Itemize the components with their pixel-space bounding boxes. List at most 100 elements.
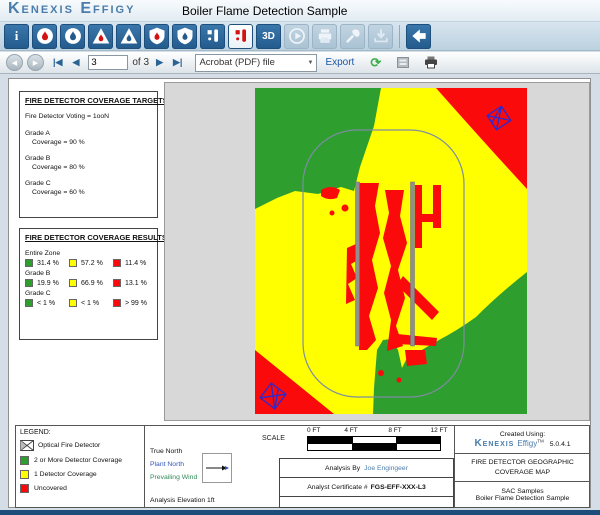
first-page-button[interactable]: |◀ bbox=[53, 57, 62, 68]
back-button[interactable] bbox=[406, 24, 431, 49]
previous-page-button[interactable]: ◀ bbox=[72, 57, 79, 68]
red-value: > 99 % bbox=[125, 300, 147, 307]
detector-panel-alarm-icon bbox=[231, 26, 251, 46]
fire-zone-shield-red-button[interactable] bbox=[144, 24, 169, 49]
project-group: SAC Samples bbox=[501, 488, 543, 495]
grade-a-coverage: Coverage = 90 % bbox=[32, 139, 152, 146]
download-button[interactable] bbox=[368, 24, 393, 49]
grade-c-label: Grade C bbox=[25, 180, 152, 187]
yellow-value: 57.2 % bbox=[81, 260, 103, 267]
green-value: < 1 % bbox=[37, 300, 55, 307]
3d-icon: 3D bbox=[262, 31, 275, 42]
last-page-button[interactable]: ▶| bbox=[173, 57, 182, 68]
true-north-label: True North bbox=[150, 448, 182, 455]
grade-b-label: Grade B bbox=[25, 155, 152, 162]
created-using-label: Created Using: bbox=[500, 431, 545, 438]
project-sample: Boiler Flame Detection Sample bbox=[476, 495, 570, 502]
green-value: 19.9 % bbox=[37, 280, 59, 287]
trademark-label: TM bbox=[537, 438, 544, 443]
fire-zone-shield-blue-button[interactable] bbox=[172, 24, 197, 49]
forward-circle-icon: ▶ bbox=[33, 59, 38, 67]
history-forward-button[interactable]: ▶ bbox=[27, 54, 44, 71]
kenexis-effigy-logo: Kenexis Effigy bbox=[8, 0, 135, 18]
title-block-right-column: Created Using: KenexisEffigyTM5.0.4.1 FI… bbox=[454, 426, 590, 507]
scale-tick: 8 FT bbox=[388, 427, 401, 434]
results-row: 31.4 % 57.2 % 11.4 % bbox=[25, 259, 152, 267]
scale-tick: 4 FT bbox=[344, 427, 357, 434]
yellow-chip bbox=[69, 279, 77, 287]
fire-zone-round-blue-button[interactable] bbox=[60, 24, 85, 49]
analysis-by-row: Analysis By Joe Engingeer bbox=[280, 459, 453, 478]
legend-label: 2 or More Detector Coverage bbox=[34, 457, 122, 464]
wrench-icon bbox=[343, 26, 363, 46]
refresh-icon[interactable]: ⟳ bbox=[370, 55, 381, 71]
fire-zone-round-red-button[interactable] bbox=[32, 24, 57, 49]
legend-item: Optical Fire Detector bbox=[20, 440, 140, 451]
print-icon[interactable] bbox=[424, 56, 438, 69]
north-arrow-icon bbox=[203, 454, 231, 482]
print-report-button[interactable] bbox=[312, 24, 337, 49]
created-using-row: Created Using: KenexisEffigyTM5.0.4.1 bbox=[455, 426, 590, 454]
yellow-chip bbox=[69, 299, 77, 307]
kenexis-mini-logo: Kenexis bbox=[474, 438, 514, 449]
grade-b-coverage: Coverage = 80 % bbox=[32, 164, 152, 171]
analysis-elevation-label: Analysis Elevation 1ft bbox=[150, 497, 215, 504]
run-button[interactable] bbox=[284, 24, 309, 49]
green-chip bbox=[25, 259, 33, 267]
fire-zone-triangle-red-button[interactable] bbox=[88, 24, 113, 49]
legend-label: Uncovered bbox=[34, 485, 67, 492]
scale-tick: 12 FT bbox=[431, 427, 448, 434]
red-value: 11.4 % bbox=[125, 260, 146, 267]
detector-panel-button[interactable] bbox=[200, 24, 225, 49]
scale-tick: 0 FT bbox=[307, 427, 320, 434]
next-page-button[interactable]: ▶ bbox=[156, 57, 163, 68]
report-viewer-toolbar: ◀ ▶ |◀ ◀ of 3 ▶ ▶| Acrobat (PDF) file ▼ … bbox=[0, 52, 600, 74]
coverage-map bbox=[255, 88, 527, 414]
export-format-select[interactable]: Acrobat (PDF) file ▼ bbox=[195, 54, 317, 72]
yellow-chip bbox=[20, 470, 29, 479]
3d-view-button[interactable]: 3D bbox=[256, 24, 281, 49]
legend-title: LEGEND: bbox=[20, 429, 140, 436]
product-brand-line: KenexisEffigyTM5.0.4.1 bbox=[474, 438, 570, 449]
flame-triangle-blue-icon bbox=[119, 26, 139, 46]
optical-detector-icon bbox=[20, 440, 34, 451]
grade-a-label: Grade A bbox=[25, 130, 152, 137]
detector-panel-alarm-button[interactable] bbox=[228, 24, 253, 49]
project-row: SAC Samples Boiler Flame Detection Sampl… bbox=[455, 482, 590, 507]
certificate-number: FGS-EFF-XXX-L3 bbox=[371, 484, 426, 491]
green-chip bbox=[25, 279, 33, 287]
title-bar: Kenexis Effigy Boiler Flame Detection Sa… bbox=[0, 0, 600, 22]
export-link[interactable]: Export bbox=[325, 57, 354, 68]
printer-icon bbox=[315, 26, 335, 46]
legend-item: Uncovered bbox=[20, 484, 140, 493]
results-title: FIRE DETECTOR COVERAGE RESULTS: bbox=[25, 233, 152, 242]
settings-button[interactable] bbox=[340, 24, 365, 49]
document-name-row: FIRE DETECTOR GEOGRAPHIC COVERAGE MAP bbox=[455, 454, 590, 482]
info-icon: i bbox=[15, 28, 19, 44]
legend-panel: LEGEND: Optical Fire Detector 2 or More … bbox=[16, 426, 145, 507]
document-name: FIRE DETECTOR GEOGRAPHIC COVERAGE MAP bbox=[467, 458, 579, 476]
fire-zone-triangle-blue-button[interactable] bbox=[116, 24, 141, 49]
page-setup-icon[interactable] bbox=[396, 56, 410, 69]
prevailing-wind-label: Prevailing Wind bbox=[150, 474, 197, 481]
red-chip bbox=[113, 299, 121, 307]
flame-shield-red-icon bbox=[147, 26, 167, 46]
results-row-label: Grade B bbox=[25, 270, 152, 277]
scale-label: SCALE bbox=[262, 435, 285, 442]
back-arrow-icon bbox=[409, 26, 429, 46]
download-icon bbox=[371, 26, 391, 46]
targets-title: FIRE DETECTOR COVERAGE TARGETS: bbox=[25, 96, 152, 105]
report-page: FIRE DETECTOR COVERAGE TARGETS: Fire Det… bbox=[8, 78, 591, 508]
voting-text: Fire Detector Voting = 1ooN bbox=[25, 113, 152, 120]
results-row: < 1 % < 1 % > 99 % bbox=[25, 299, 152, 307]
history-back-button[interactable]: ◀ bbox=[6, 54, 23, 71]
version-number: 5.0.4.1 bbox=[550, 441, 571, 448]
flame-shield-blue-icon bbox=[175, 26, 195, 46]
flame-triangle-red-icon bbox=[91, 26, 111, 46]
page-number-input[interactable] bbox=[88, 55, 128, 70]
toolbar-separator bbox=[399, 25, 400, 48]
results-row: 19.9 % 66.9 % 13.1 % bbox=[25, 279, 152, 287]
green-chip bbox=[20, 456, 29, 465]
info-button[interactable]: i bbox=[4, 24, 29, 49]
play-icon bbox=[287, 26, 307, 46]
